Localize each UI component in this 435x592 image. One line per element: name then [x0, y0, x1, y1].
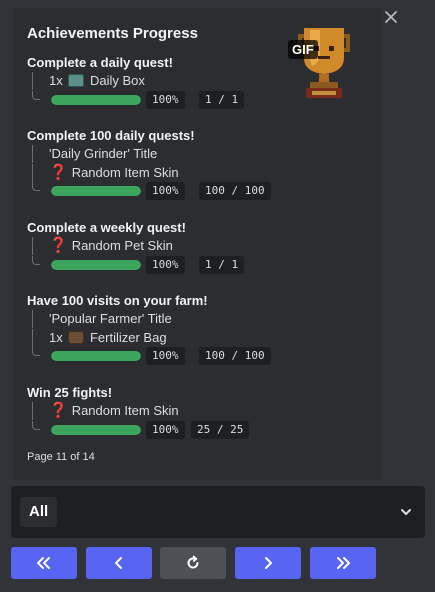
achievement-title: Have 100 visits on your farm! [27, 293, 208, 308]
progress-count: 100 / 100 [199, 182, 271, 200]
achievement-item: Complete a daily quest! 1x Daily Box 100… [27, 54, 245, 109]
progress-row: 100% 1 / 1 [27, 90, 245, 109]
progress-count: 1 / 1 [199, 90, 245, 109]
progress-count: 1 / 1 [199, 255, 245, 274]
reward-label: Random Item Skin [71, 164, 179, 180]
reward-row: 'Popular Farmer' Title [27, 310, 208, 329]
chevron-down-icon [399, 505, 413, 524]
trophy-icon: GIF [284, 20, 364, 106]
filter-select[interactable]: All [11, 486, 425, 538]
reward-prefix: 1x [49, 329, 63, 345]
achievement-item: Have 100 visits on your farm! 'Popular F… [27, 292, 271, 365]
fertilizer-bag-icon [68, 330, 85, 344]
achievements-embed: Achievements Progress GIF Complete a dai… [13, 8, 381, 480]
achievement-title: Complete a daily quest! [27, 55, 173, 70]
achievement-title: Complete 100 daily quests! [27, 128, 195, 143]
progress-bar [51, 186, 141, 196]
question-mark-icon: ❓ [49, 237, 68, 254]
last-page-button[interactable] [310, 547, 376, 579]
progress-percent: 100% [146, 420, 185, 439]
progress-bar [51, 259, 141, 270]
reward-label: Random Item Skin [71, 403, 179, 418]
previous-page-button[interactable] [86, 547, 152, 579]
select-value: All [20, 497, 58, 527]
progress-bar [51, 351, 141, 361]
achievement-title: Win 25 fights! [27, 385, 113, 400]
achievement-item: Complete a weekly quest! ❓ Random Pet Ski… [27, 219, 245, 274]
refresh-icon [187, 555, 199, 569]
close-icon[interactable] [382, 8, 400, 26]
reward-label: Daily Box [89, 73, 145, 88]
gif-badge: GIF [288, 40, 318, 59]
reward-row: 1x Fertilizer Bag [27, 328, 208, 348]
achievement-item: Win 25 fights! ❓ Random Item Skin 100% 25… [27, 384, 250, 439]
first-page-button[interactable] [11, 547, 77, 579]
question-mark-icon: ❓ [49, 163, 68, 181]
embed-title: Achievements Progress [27, 25, 198, 42]
chevron-right-icon [265, 557, 272, 569]
message-view: Achievements Progress GIF Complete a dai… [0, 0, 435, 592]
progress-bar [51, 94, 141, 105]
progress-bar [51, 424, 141, 435]
refresh-button[interactable] [160, 547, 226, 579]
reward-row: ❓ Random Pet Skin [27, 237, 186, 256]
progress-count: 25 / 25 [191, 420, 250, 439]
progress-percent: 100% [146, 347, 185, 365]
double-chevron-right-icon [337, 557, 350, 569]
achievement-title: Complete a weekly quest! [27, 220, 186, 235]
progress-row: 100% 100 / 100 [27, 347, 271, 365]
reward-row: 'Daily Grinder' Title [27, 145, 195, 164]
reward-prefix: 1x [49, 73, 63, 88]
question-mark-icon: ❓ [49, 402, 68, 419]
progress-percent: 100% [146, 90, 185, 109]
reward-row: 1x Daily Box [27, 72, 173, 91]
daily-box-icon [68, 74, 85, 87]
progress-percent: 100% [146, 255, 185, 274]
reward-row: ❓ Random Item Skin [27, 163, 195, 183]
double-chevron-left-icon [37, 557, 50, 569]
achievement-item: Complete 100 daily quests! 'Daily Grinde… [27, 127, 271, 200]
chevron-left-icon [115, 557, 122, 569]
next-page-button[interactable] [235, 547, 301, 579]
page-indicator: Page 11 of 14 [27, 451, 95, 463]
reward-label: 'Popular Farmer' Title [49, 311, 172, 326]
progress-percent: 100% [146, 182, 185, 200]
progress-row: 100% 1 / 1 [27, 255, 245, 274]
progress-count: 100 / 100 [199, 347, 271, 365]
reward-label: 'Daily Grinder' Title [49, 146, 158, 161]
progress-row: 100% 25 / 25 [27, 420, 250, 439]
reward-label: Random Pet Skin [71, 238, 173, 253]
reward-label: Fertilizer Bag [89, 329, 167, 345]
progress-row: 100% 100 / 100 [27, 182, 271, 200]
reward-row: ❓ Random Item Skin [27, 402, 179, 421]
